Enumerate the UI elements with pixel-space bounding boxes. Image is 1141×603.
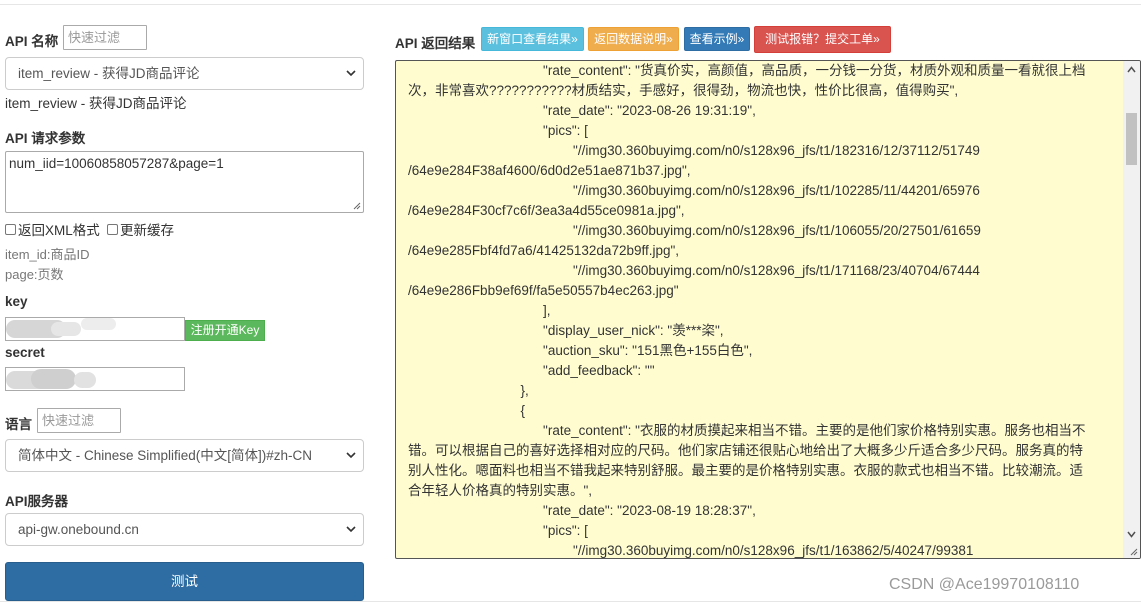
scrollbar-thumb[interactable] [1126, 113, 1137, 165]
scroll-down-icon[interactable] [1127, 531, 1136, 538]
result-line: /64e9e285Fbf4fd7a6/41425132da72b9ff.jpg"… [408, 243, 680, 258]
watermark: CSDN @Ace19970108110 [889, 576, 1080, 593]
result-line: "//img30.360buyimg.com/n0/s128x96_jfs/t1… [408, 543, 974, 558]
key-input[interactable] [5, 317, 185, 341]
result-line: ], [408, 303, 551, 318]
result-line: "//img30.360buyimg.com/n0/s128x96_jfs/t1… [408, 263, 980, 278]
params-textarea[interactable]: num_iid=10060858057287&page=1 [5, 151, 364, 213]
xml-checkbox-box[interactable] [5, 223, 16, 235]
server-label: API服务器 [5, 494, 69, 509]
secret-label: secret [5, 345, 45, 360]
param-help-page: page:页数 [5, 267, 64, 282]
redacted-key-part [51, 322, 81, 336]
api-select[interactable]: item_review - 获得JD商品评论 [5, 57, 364, 90]
test-button[interactable]: 测试 [5, 562, 364, 601]
result-line: "//img30.360buyimg.com/n0/s128x96_jfs/t1… [408, 183, 980, 198]
xml-checkbox-label: 返回XML格式 [18, 223, 100, 238]
result-scrollbar[interactable] [1123, 61, 1140, 558]
server-select-value: api-gw.onebound.cn [18, 522, 139, 537]
result-line: "rate_content": "衣服的材质摸起来相当不错。主要的是他们家价格特… [408, 423, 1086, 438]
key-label: key [5, 294, 28, 309]
new-window-button[interactable]: 新窗口查看结果» [481, 27, 584, 51]
data-docs-button[interactable]: 返回数据说明» [588, 27, 679, 51]
result-line: "rate_content": "货真价实，高颜值，高品质，一分钱一分货，材质外… [408, 63, 1086, 78]
lang-filter-input[interactable] [37, 408, 121, 433]
top-divider [0, 4, 1141, 5]
xml-checkbox[interactable]: 返回XML格式 [5, 219, 100, 239]
scroll-up-icon[interactable] [1127, 66, 1136, 73]
lang-select-value: 简体中文 - Chinese Simplified(中文[简体])#zh-CN [18, 448, 313, 463]
params-value: num_iid=10060858057287&page=1 [9, 156, 224, 171]
result-line: "//img30.360buyimg.com/n0/s128x96_jfs/t1… [408, 143, 980, 158]
redacted-key-part [81, 318, 116, 330]
result-line: "rate_date": "2023-08-26 19:31:19", [408, 103, 756, 118]
redacted-secret-part [74, 372, 96, 388]
result-line: 次，非常喜欢???????????材质结实，手感好，很得劲，物流也快，性价比很高… [408, 83, 959, 98]
result-line: 错。可以根据自己的喜好选择相对应的尺码。他们家店铺还很贴心地给出了大概多少斤适合… [408, 443, 1083, 458]
chevron-down-icon [346, 452, 356, 459]
resize-grip-icon[interactable] [351, 200, 361, 210]
cache-checkbox-box[interactable] [107, 223, 118, 235]
result-line: "auction_sku": "151黑色+155白色", [408, 343, 753, 358]
redacted-secret-part [31, 369, 76, 389]
report-error-button[interactable]: 测试报错？提交工单» [754, 26, 891, 53]
result-line: /64e9e284F30cf7c6f/3ea3a4d55ce0981a.jpg"… [408, 203, 685, 218]
result-line: 别人性化。嗯面料也相当不错我起来特别舒服。最主要的是价格特别实惠。衣服的款式也相… [408, 463, 1083, 478]
view-example-button[interactable]: 查看示例» [684, 27, 750, 51]
result-line: "pics": [ [408, 523, 588, 538]
api-select-value: item_review - 获得JD商品评论 [18, 66, 200, 81]
api-name-label: API 名称 [5, 34, 59, 49]
chevron-down-icon [346, 70, 356, 77]
result-line: "//img30.360buyimg.com/n0/s128x96_jfs/t1… [408, 223, 981, 238]
server-select[interactable]: api-gw.onebound.cn [5, 513, 364, 546]
secret-input[interactable] [5, 367, 185, 391]
cache-checkbox[interactable]: 更新缓存 [107, 219, 174, 239]
result-line: "rate_date": "2023-08-19 18:28:37", [408, 503, 756, 518]
bottom-divider [0, 601, 1141, 602]
result-line: /64e9e284F38af4600/6d0d2e51ae871b37.jpg"… [408, 163, 691, 178]
result-textarea[interactable]: "rate_content": "货真价实，高颜值，高品质，一分钱一分货，材质外… [395, 60, 1141, 559]
params-label: API 请求参数 [5, 131, 86, 146]
result-content: "rate_content": "货真价实，高颜值，高品质，一分钱一分货，材质外… [408, 61, 1122, 558]
chevron-down-icon [346, 526, 356, 533]
api-description: item_review - 获得JD商品评论 [5, 96, 187, 111]
result-line: "add_feedback": "" [408, 363, 655, 378]
param-help-item-id: item_id:商品ID [5, 247, 90, 262]
result-line: /64e9e286Fbb9ef69f/fa5e50557b4ec263.jpg" [408, 283, 679, 298]
lang-label: 语言 [5, 417, 32, 432]
result-line: "pics": [ [408, 123, 588, 138]
result-line: { [408, 403, 526, 418]
resize-grip-icon[interactable] [1128, 546, 1138, 556]
lang-select[interactable]: 简体中文 - Chinese Simplified(中文[简体])#zh-CN [5, 439, 364, 472]
result-line: "display_user_nick": "羡***栥", [408, 323, 724, 338]
api-filter-input[interactable] [63, 25, 147, 50]
result-line: 合年轻人价格真的特别实惠。", [408, 483, 593, 498]
register-key-button[interactable]: 注册开通Key [185, 320, 265, 341]
cache-checkbox-label: 更新缓存 [120, 223, 174, 238]
result-label: API 返回结果 [395, 36, 476, 51]
result-line: }, [408, 383, 529, 398]
